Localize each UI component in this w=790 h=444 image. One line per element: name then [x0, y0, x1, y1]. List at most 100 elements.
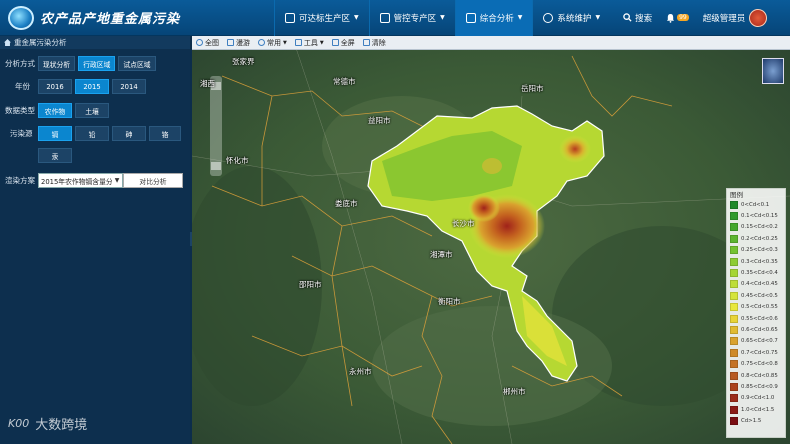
- legend-swatch: [730, 291, 738, 300]
- legend-label: 0.8<Cd<0.85: [741, 372, 778, 379]
- legend-item: 0.4<Cd<0.45: [727, 279, 785, 290]
- method-option-current[interactable]: 现状分析: [38, 56, 76, 71]
- legend-swatch: [730, 234, 738, 243]
- tool-pan[interactable]: 漫游: [227, 38, 250, 48]
- method-option-admin[interactable]: 行政区域: [78, 56, 116, 71]
- zoom-slider[interactable]: [210, 76, 222, 176]
- legend-swatch: [730, 200, 738, 209]
- year-option-2016[interactable]: 2016: [38, 79, 72, 94]
- pollutant-option-pb[interactable]: 铅: [75, 126, 109, 141]
- map-view[interactable]: 全图 漫游 常用 ▼ 工具 ▼ 全屏 清除 湘西 张家界 常德市 岳阳市 益阳市…: [192, 36, 790, 444]
- tool-clear[interactable]: 清除: [362, 38, 386, 48]
- year-option-2014[interactable]: 2014: [112, 79, 146, 94]
- pollutant-option-hg[interactable]: 汞: [38, 148, 72, 163]
- avatar: [749, 8, 768, 27]
- scheme-row: 渲染方案 2015年农作物镉含量分 ▼ 对比分析: [0, 173, 186, 188]
- legend-label: 0.65<Cd<0.7: [741, 338, 778, 345]
- search-button[interactable]: 搜索: [616, 0, 659, 36]
- globe-icon: [196, 39, 203, 46]
- legend-swatch: [730, 223, 738, 232]
- tool-label: 常用: [267, 38, 281, 47]
- legend-swatch: [730, 314, 738, 323]
- legend-swatch: [730, 246, 738, 255]
- legend-label: 0.7<Cd<0.75: [741, 349, 778, 356]
- pollutant-label: 污染源: [10, 129, 33, 138]
- app-logo[interactable]: 农产品产地重金属污染: [0, 5, 200, 30]
- hand-icon: [227, 39, 234, 46]
- legend-swatch: [730, 212, 738, 221]
- main-nav: 可达标生产区 ▼ 管控专产区 ▼ 综合分析 ▼ 系统维护 ▼: [274, 0, 610, 36]
- pollutant-option-cr[interactable]: 铬: [149, 126, 181, 141]
- nav-label: 综合分析: [479, 13, 514, 24]
- legend-item: 0.5<Cd<0.55: [727, 302, 785, 313]
- city-label: 娄底市: [335, 199, 358, 208]
- year-option-2015[interactable]: 2015: [75, 79, 109, 94]
- legend-label: 0.2<Cd<0.25: [741, 235, 778, 242]
- notification-button[interactable]: 99: [659, 0, 696, 36]
- compare-button[interactable]: 对比分析: [123, 173, 183, 188]
- search-label: 搜索: [635, 13, 653, 24]
- legend-swatch: [730, 337, 738, 346]
- tool-full-extent[interactable]: 全图: [196, 38, 219, 48]
- tool-fullscreen[interactable]: 全屏: [331, 38, 355, 48]
- nav-item-maintenance[interactable]: 系统维护 ▼: [532, 0, 610, 36]
- city-label: 湘西: [200, 79, 215, 88]
- overview-map-button[interactable]: [762, 58, 784, 84]
- legend-item: 0.25<Cd<0.3: [727, 245, 785, 256]
- bell-icon: [666, 13, 675, 23]
- legend-swatch: [730, 269, 738, 278]
- city-label: 怀化市: [226, 156, 249, 165]
- data-type-option-crop[interactable]: 农作物: [38, 103, 72, 118]
- sidebar-title-text: 重金属污染分析: [14, 38, 67, 47]
- chevron-down-icon: ▼: [114, 177, 120, 184]
- nav-right: 搜索 99 超级管理员: [616, 0, 774, 36]
- city-label: 长沙市: [452, 219, 475, 228]
- tool-tools[interactable]: 工具 ▼: [294, 38, 324, 48]
- user-menu[interactable]: 超级管理员: [696, 0, 775, 36]
- data-type-label: 数据类型: [5, 106, 35, 115]
- legend-item: 0.1<Cd<0.15: [727, 210, 785, 221]
- logo-icon: [8, 5, 34, 30]
- legend-swatch: [730, 394, 738, 403]
- zoom-out-button[interactable]: [211, 162, 221, 170]
- scheme-select[interactable]: 2015年农作物镉含量分 ▼: [38, 173, 123, 188]
- chevron-down-icon: ▼: [517, 14, 523, 21]
- tool-label: 漫游: [236, 38, 250, 47]
- pollutant-option-cd[interactable]: 镉: [38, 126, 72, 141]
- data-type-row: 数据类型 农作物 土壤: [0, 103, 112, 118]
- method-label: 分析方式: [5, 59, 35, 68]
- tool-common[interactable]: 常用 ▼: [258, 38, 287, 48]
- method-option-pilot[interactable]: 试点区域: [118, 56, 156, 71]
- city-label: 常德市: [333, 77, 356, 86]
- nav-label: 管控专产区: [393, 13, 437, 24]
- legend-item: 0<Cd<0.1: [727, 199, 785, 210]
- chevron-down-icon: ▼: [595, 14, 601, 21]
- pollutant-row: 污染源 镉 铅 砷 铬: [0, 126, 184, 141]
- tool-label: 全屏: [340, 38, 355, 47]
- legend-item: 0.35<Cd<0.4: [727, 267, 785, 278]
- grid-icon: [285, 12, 295, 23]
- legend-item: 0.2<Cd<0.25: [727, 233, 785, 244]
- legend-item: 1.0<Cd<1.5: [727, 404, 785, 415]
- toolbox-icon: [294, 39, 302, 46]
- notification-badge: 99: [677, 14, 689, 21]
- data-type-option-soil[interactable]: 土壤: [75, 103, 109, 118]
- nav-item-qualified-zone[interactable]: 可达标生产区 ▼: [274, 0, 369, 36]
- legend-swatch: [730, 280, 738, 289]
- chevron-down-icon: ▼: [354, 14, 359, 21]
- legend-label: 0.3<Cd<0.35: [741, 258, 778, 265]
- legend-swatch: [730, 360, 738, 369]
- year-label: 年份: [15, 82, 30, 91]
- nav-item-control-zone[interactable]: 管控专产区 ▼: [368, 0, 455, 36]
- watermark-logo: K00: [8, 417, 30, 430]
- legend-label: 0.55<Cd<0.6: [741, 315, 778, 322]
- city-label: 益阳市: [368, 116, 391, 125]
- nav-label: 系统维护: [557, 13, 592, 24]
- legend-label: 0.15<Cd<0.2: [741, 224, 778, 231]
- map-canvas: [192, 36, 790, 444]
- legend-item: 0.85<Cd<0.9: [727, 381, 785, 392]
- scheme-select-value: 2015年农作物镉含量分: [41, 177, 113, 186]
- pollutant-option-as[interactable]: 砷: [112, 126, 146, 141]
- chevron-down-icon: ▼: [283, 39, 287, 46]
- nav-item-analysis[interactable]: 综合分析 ▼: [454, 0, 533, 36]
